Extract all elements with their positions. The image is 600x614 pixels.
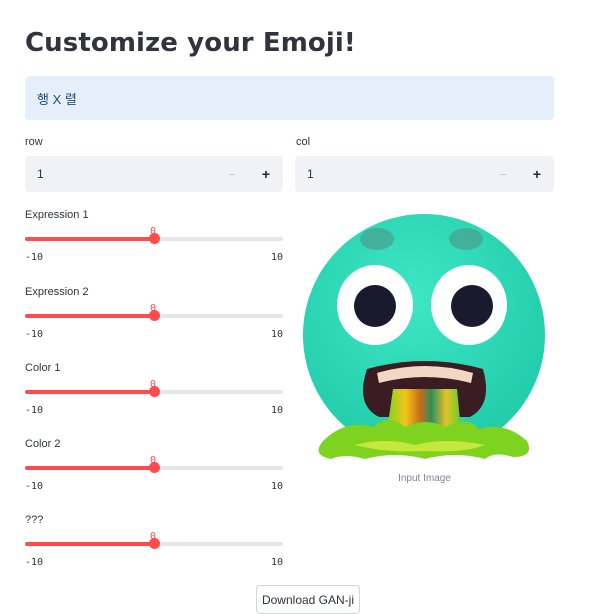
slider-max: 10 [270, 481, 283, 492]
col-label: col [296, 136, 311, 148]
slider-max: 10 [270, 405, 283, 416]
col-increment-button[interactable]: + [520, 156, 554, 192]
slider-min: -10 [25, 329, 44, 340]
col-number-input: 1 − + [295, 156, 554, 192]
slider-fill [25, 237, 154, 241]
slider-label: Expression 2 [25, 286, 89, 298]
page-title: Customize your Emoji! [25, 28, 356, 58]
slider-max: 10 [270, 557, 283, 568]
slider-min: -10 [25, 252, 44, 263]
row-decrement-button[interactable]: − [215, 156, 249, 192]
row-label: row [25, 136, 43, 148]
slider-thumb[interactable] [148, 310, 160, 321]
slider-thumb[interactable] [148, 462, 160, 473]
slider-thumb[interactable] [148, 386, 160, 397]
vomiting-emoji-icon [303, 214, 545, 459]
col-decrement-button[interactable]: − [486, 156, 520, 192]
slider-min: -10 [25, 481, 44, 492]
col-value[interactable]: 1 [295, 167, 486, 181]
slider-thumb[interactable] [148, 233, 160, 244]
info-text: 행 X 렬 [37, 91, 77, 107]
row-value[interactable]: 1 [25, 167, 215, 181]
row-increment-button[interactable]: + [249, 156, 283, 192]
slider-max: 10 [270, 252, 283, 263]
slider-fill [25, 314, 154, 318]
emoji-image [295, 205, 554, 464]
slider-label: ??? [25, 514, 44, 526]
slider-label: Color 1 [25, 362, 61, 374]
slider-fill [25, 542, 154, 546]
slider-min: -10 [25, 405, 44, 416]
image-caption: Input Image [398, 473, 451, 484]
slider-min: -10 [25, 557, 44, 568]
slider-label: Expression 1 [25, 209, 89, 221]
row-number-input: 1 − + [25, 156, 283, 192]
slider-label: Color 2 [25, 438, 61, 450]
info-box: 행 X 렬 [25, 76, 554, 120]
slider-fill [25, 390, 154, 394]
slider-thumb[interactable] [148, 538, 160, 549]
slider-max: 10 [270, 329, 283, 340]
download-button[interactable]: Download GAN-ji [256, 585, 360, 614]
slider-fill [25, 466, 154, 470]
